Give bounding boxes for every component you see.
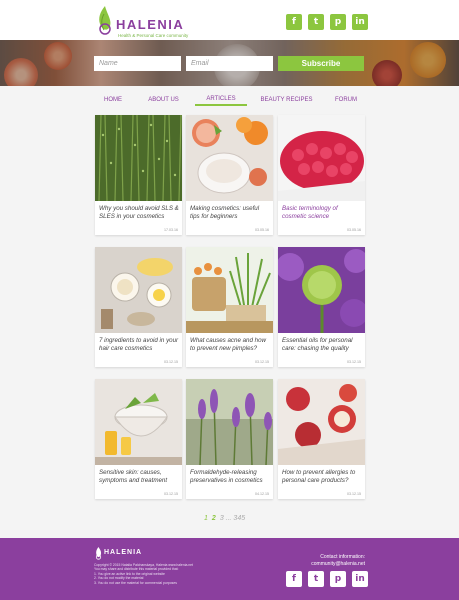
footer-logo[interactable]: HALENIA [94, 546, 154, 560]
article-image-plant-basket [186, 247, 273, 333]
article-card[interactable]: Sensitive skin: causes, symptoms and tre… [95, 379, 182, 499]
article-date: 03.12.15 [347, 492, 361, 496]
pinterest-icon[interactable]: p [330, 14, 346, 30]
article-date: 03.12.15 [164, 360, 178, 364]
article-title[interactable]: Making cosmetics: useful tips for beginn… [190, 205, 270, 221]
facebook-icon[interactable]: f [286, 14, 302, 30]
article-date: 04.12.15 [255, 492, 269, 496]
contact-email[interactable]: community@halenia.net [311, 561, 365, 568]
brand-logo[interactable]: HALENIA Health & Personal Care community [94, 4, 214, 38]
article-image-lavender [186, 379, 273, 465]
article-date: 17.03.16 [164, 228, 178, 232]
social-links-footer: f t p in [286, 571, 368, 587]
article-title[interactable]: What causes acne and how to prevent new … [190, 337, 270, 353]
page-link-more[interactable]: 3 ... 345 [220, 515, 245, 522]
article-card[interactable]: Formaldehyde-releasing preservatives in … [186, 379, 273, 499]
article-date: 03.05.16 [347, 228, 361, 232]
article-image-raspberries [278, 115, 365, 201]
page-link[interactable]: 1 [204, 515, 208, 522]
article-date: 03.12.15 [164, 492, 178, 496]
page-current: 2 [211, 515, 216, 522]
footer-copyright: Copyright © 2015 Natalia Palchanskaya, H… [94, 563, 254, 585]
linkedin-icon[interactable]: in [352, 14, 368, 30]
brand-tagline: Health & Personal Care community [118, 33, 189, 38]
article-card[interactable]: Essential oils for personal care: chasin… [278, 247, 365, 367]
leaf-logo-icon [99, 6, 111, 35]
brand-name: HALENIA [116, 17, 185, 32]
article-image-kitchen [95, 247, 182, 333]
article-title[interactable]: How to prevent allergies to personal car… [282, 469, 362, 485]
article-card[interactable]: How to prevent allergies to personal car… [278, 379, 365, 499]
article-image-apples [278, 379, 365, 465]
article-image-grass [95, 115, 182, 201]
article-title[interactable]: Formaldehyde-releasing preservatives in … [190, 469, 270, 485]
article-date: 03.12.15 [255, 360, 269, 364]
email-input[interactable]: Email [186, 56, 273, 71]
header: HALENIA Health & Personal Care community… [0, 0, 459, 40]
article-title[interactable]: Sensitive skin: causes, symptoms and tre… [99, 469, 179, 485]
article-date: 03.12.15 [347, 360, 361, 364]
article-image-citrus-bowl [186, 115, 273, 201]
article-title[interactable]: Basic terminology of cosmetic science [282, 205, 362, 221]
page: HALENIA Health & Personal Care community… [0, 0, 459, 600]
article-card[interactable]: Basic terminology of cosmetic science 03… [278, 115, 365, 235]
article-title[interactable]: Why you should avoid SLS & SLES in your … [99, 205, 179, 221]
article-image-mortar [95, 379, 182, 465]
article-image-allium [278, 247, 365, 333]
nav-forum[interactable]: FORUM [326, 94, 366, 106]
article-card[interactable]: 7 ingredients to avoid in your hair care… [95, 247, 182, 367]
license-note: 3. You do not use the material for comme… [94, 580, 177, 585]
nav-beauty-recipes[interactable]: BEAUTY RECIPES [256, 94, 318, 106]
leaf-logo-icon [95, 547, 102, 560]
contact-label: Contact information: [320, 554, 365, 560]
nav-home[interactable]: HOME [94, 94, 132, 106]
nav-articles[interactable]: ARTICLES [195, 94, 247, 106]
footer-brand: HALENIA [104, 549, 143, 556]
footer: HALENIA Copyright © 2015 Natalia Palchan… [0, 538, 459, 600]
article-card[interactable]: Making cosmetics: useful tips for beginn… [186, 115, 273, 235]
linkedin-icon[interactable]: in [352, 571, 368, 587]
pinterest-icon[interactable]: p [330, 571, 346, 587]
subscribe-button[interactable]: Subscribe [278, 56, 364, 71]
article-title[interactable]: 7 ingredients to avoid in your hair care… [99, 337, 179, 353]
pagination: 1 2 3 ... 345 [204, 515, 245, 522]
twitter-icon[interactable]: t [308, 571, 324, 587]
facebook-icon[interactable]: f [286, 571, 302, 587]
nav-about-us[interactable]: ABOUT US [141, 94, 187, 106]
name-input[interactable]: Name [94, 56, 181, 71]
main-nav: HOME ABOUT US ARTICLES BEAUTY RECIPES FO… [94, 94, 366, 108]
article-card[interactable]: What causes acne and how to prevent new … [186, 247, 273, 367]
footer-contact: Contact information: community@halenia.n… [311, 554, 365, 568]
article-date: 03.05.16 [255, 228, 269, 232]
social-links-top: f t p in [286, 14, 368, 30]
twitter-icon[interactable]: t [308, 14, 324, 30]
article-title[interactable]: Essential oils for personal care: chasin… [282, 337, 362, 353]
article-card[interactable]: Why you should avoid SLS & SLES in your … [95, 115, 182, 235]
